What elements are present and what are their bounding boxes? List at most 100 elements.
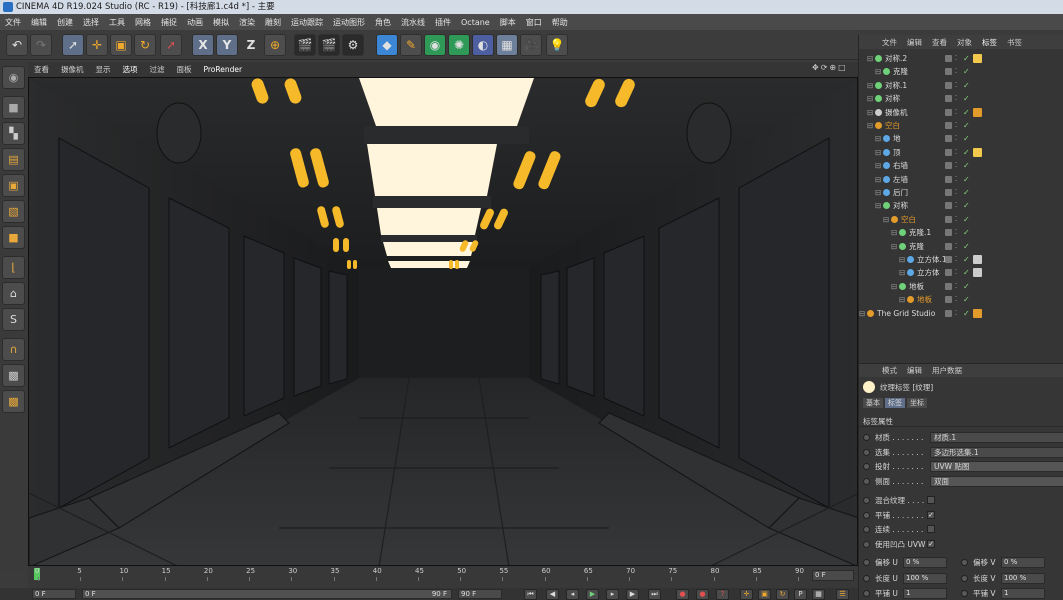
redo-icon[interactable]: ↷ [30,34,52,56]
object-manager-tab[interactable]: 对象 [952,37,977,48]
visibility-dots-icon[interactable]: ⁚ [955,173,957,186]
tile-u-radio[interactable] [863,590,870,597]
animate-radio[interactable] [863,511,870,519]
object-manager-tab[interactable]: 编辑 [902,37,927,48]
viewport-menu-item[interactable]: 显示 [90,64,117,75]
subdivision-icon[interactable]: ◉ [424,34,446,56]
enabled-check-icon[interactable]: ✓ [963,65,970,78]
3d-viewport[interactable] [28,77,858,566]
tile-u-field[interactable]: 1 [903,588,947,599]
layer-flag-icon[interactable] [945,256,952,263]
expand-toggle-icon[interactable]: ⊟ [899,266,905,279]
animate-radio[interactable] [863,477,870,485]
live-select-icon[interactable]: ➚ [62,34,84,56]
previous-frame-icon[interactable]: ◂ [566,589,579,600]
object-row[interactable]: ⊟ The Grid Studio ⁚ ✓ [859,307,1063,320]
attribute-value-field[interactable]: 双面 [930,475,1063,487]
enabled-check-icon[interactable]: ✓ [963,79,970,92]
scale-icon[interactable]: ▣ [110,34,132,56]
layer-flag-icon[interactable] [945,135,952,143]
object-tag-icon[interactable] [973,268,982,278]
enabled-check-icon[interactable]: ✓ [963,307,970,320]
enabled-check-icon[interactable]: ✓ [963,92,970,105]
menu-item[interactable]: Octane [456,18,495,27]
enabled-check-icon[interactable]: ✓ [963,293,970,306]
object-tag-icon[interactable] [973,54,982,63]
make-editable-icon[interactable]: ◉ [2,66,25,89]
object-row[interactable]: ⊟ 空白 ⁚ ✓ [859,119,1063,132]
layer-flag-icon[interactable] [945,175,952,183]
pen-icon[interactable]: ✎ [400,34,422,56]
object-row[interactable]: ⊟ 地 ⁚ ✓ [859,132,1063,145]
visibility-dots-icon[interactable]: ⁚ [955,106,957,119]
expand-toggle-icon[interactable]: ⊟ [875,173,881,186]
length-u-field[interactable]: 100 % [903,573,947,584]
object-row[interactable]: ⊟ 地板 ⁚ ✓ [859,280,1063,293]
frame-range-slider[interactable]: 0 F 90 F [82,589,452,599]
menu-item[interactable]: 捕捉 [156,17,182,28]
animate-radio[interactable] [863,540,870,548]
layer-flag-icon[interactable] [945,81,952,89]
object-tag-icon[interactable] [973,308,982,318]
enabled-check-icon[interactable]: ✓ [963,186,970,199]
object-row[interactable]: ⊟ 摄像机 ⁚ ✓ [859,106,1063,119]
keyframe-selection-icon[interactable]: ? [716,589,729,600]
model-mode-icon[interactable]: ■ [2,96,25,119]
menu-item[interactable]: 角色 [370,17,396,28]
menu-item[interactable]: 编辑 [26,17,52,28]
object-row[interactable]: ⊟ 克隆 ⁚ ✓ [859,240,1063,253]
polygons-mode-icon[interactable]: ■ [2,226,25,249]
offset-u-radio[interactable] [863,559,870,566]
menu-item[interactable]: 选择 [78,17,104,28]
menu-item[interactable]: 模拟 [208,17,234,28]
visibility-dots-icon[interactable]: ⁚ [955,92,957,105]
y-axis-icon[interactable]: Y [216,34,238,56]
next-key-icon[interactable]: ▶ [626,589,639,600]
attribute-value-field[interactable]: UVW 贴图 [930,461,1063,472]
object-tag-icon[interactable] [973,107,982,117]
viewport-menu-item[interactable]: 查看 [28,64,55,75]
enabled-check-icon[interactable]: ✓ [963,52,970,65]
attribute-manager-tab[interactable]: 模式 [877,365,902,376]
object-row[interactable]: ⊟ 立方体.1 ⁚ ✓ [859,253,1063,266]
array-icon[interactable]: ✺ [448,34,470,56]
object-manager-tab[interactable]: 标签 [977,37,1002,48]
tile-v-field[interactable]: 1 [1001,588,1045,599]
enabled-check-icon[interactable]: ✓ [963,266,970,279]
expand-toggle-icon[interactable]: ⊟ [867,119,873,132]
animate-radio[interactable] [863,463,870,470]
visibility-dots-icon[interactable]: ⁚ [955,79,957,92]
render-picture-viewer-icon[interactable]: 🎬 [318,34,340,56]
timeline-ruler[interactable]: 0 5 10 15 20 25 30 35 40 45 50 55 60 65 70 75 80 85 90 0 F [28,566,858,588]
visibility-dots-icon[interactable]: ⁚ [955,240,957,253]
visibility-dots-icon[interactable]: ⁚ [955,159,957,172]
expand-toggle-icon[interactable]: ⊟ [899,293,905,306]
menu-item[interactable]: 动画 [182,17,208,28]
expand-toggle-icon[interactable]: ⊟ [859,307,865,320]
record-icon[interactable]: ● [676,589,689,600]
expand-toggle-icon[interactable]: ⊟ [867,79,873,92]
layer-flag-icon[interactable] [945,162,952,170]
axis-mode-icon[interactable]: ⌊ [2,256,25,279]
object-row[interactable]: ⊟ 顶 ⁚ ✓ [859,146,1063,159]
x-axis-icon[interactable]: X [192,34,214,56]
workplane-mode-icon[interactable]: ▤ [2,148,25,171]
offset-v-field[interactable]: 0 % [1001,557,1045,568]
undo-icon[interactable]: ↶ [6,34,28,56]
coordinate-system-icon[interactable]: ⊕ [264,34,286,56]
expand-toggle-icon[interactable]: ⊟ [883,213,889,226]
cube-icon[interactable]: ◆ [376,34,398,56]
go-to-start-icon[interactable]: ⏮ [524,589,537,600]
expand-toggle-icon[interactable]: ⊟ [867,52,873,65]
render-view-icon[interactable]: 🎬 [294,34,316,56]
animate-radio[interactable] [863,448,870,456]
visibility-dots-icon[interactable]: ⁚ [955,65,957,78]
layer-flag-icon[interactable] [945,309,952,317]
texture-mode-icon[interactable]: ▚ [2,122,25,145]
enabled-check-icon[interactable]: ✓ [963,146,970,159]
object-row[interactable]: ⊟ 立方体 ⁚ ✓ [859,266,1063,279]
object-row[interactable]: ⊟ 地板 ⁚ ✓ [859,293,1063,306]
visibility-dots-icon[interactable]: ⁚ [955,307,957,320]
enabled-check-icon[interactable]: ✓ [963,173,970,186]
play-icon[interactable]: ▶ [586,589,599,600]
